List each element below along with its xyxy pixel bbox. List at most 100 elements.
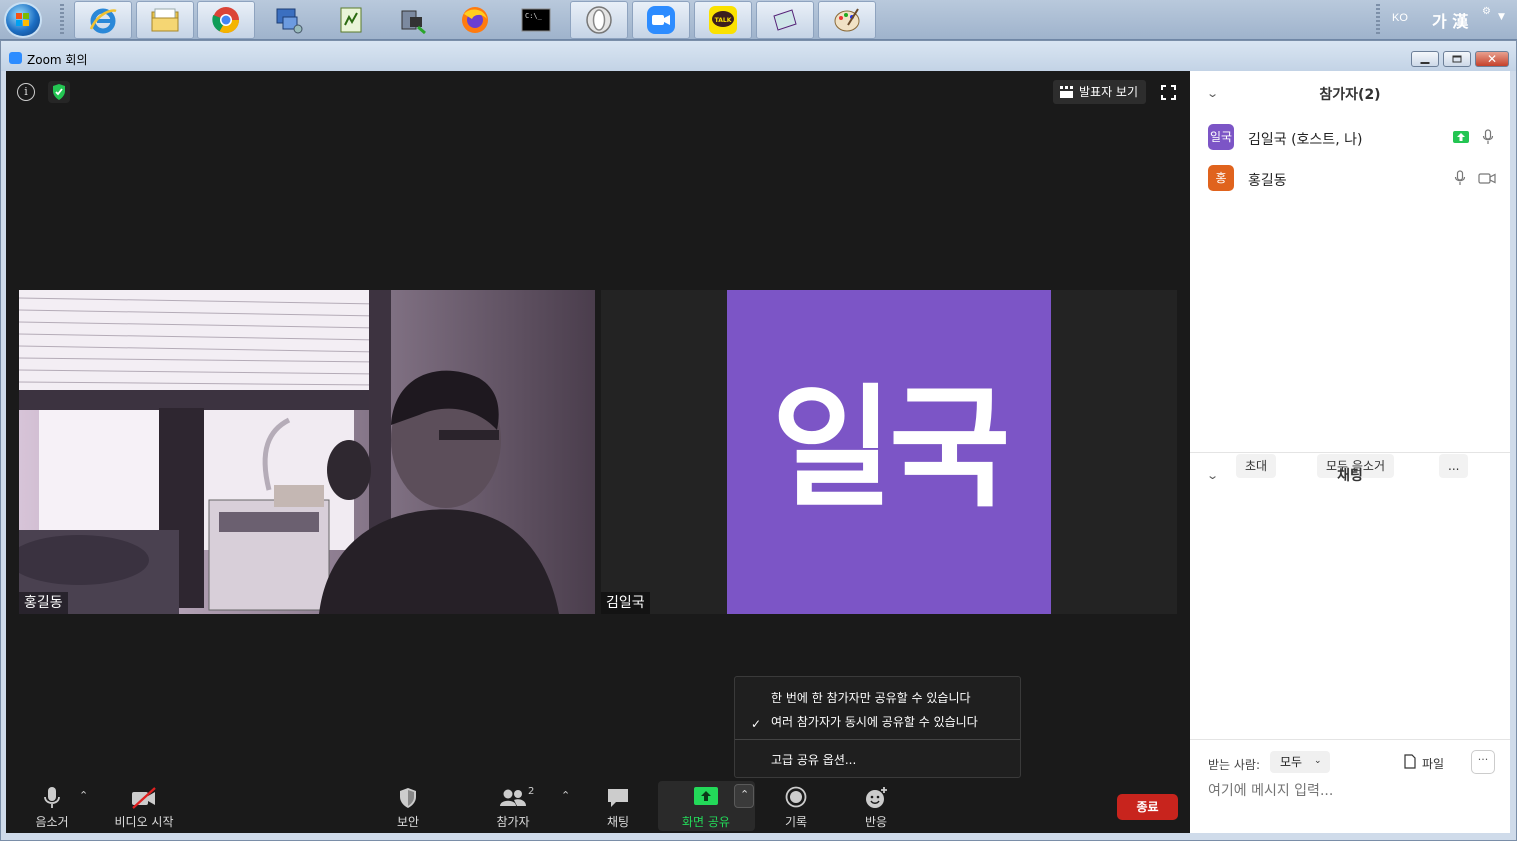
security-label: 보안 xyxy=(396,815,420,829)
kakaotalk-icon: TALK xyxy=(709,6,737,34)
start-button[interactable] xyxy=(4,2,42,38)
microphone-icon[interactable] xyxy=(1454,170,1466,186)
ime-indicator[interactable]: 가 漢 xyxy=(1432,8,1468,32)
window-title: Zoom 회의 xyxy=(27,53,88,67)
minimize-button[interactable] xyxy=(1411,51,1439,67)
minimize-icon xyxy=(1420,62,1430,64)
taskbar-opera[interactable] xyxy=(570,1,628,39)
taskbar-network[interactable] xyxy=(260,1,318,39)
participants-panel-title: 참가자(2) xyxy=(1319,87,1381,103)
close-icon: ✕ xyxy=(1486,52,1498,66)
maximize-button[interactable] xyxy=(1443,51,1471,67)
speaker-view-button[interactable]: 발표자 보기 xyxy=(1053,80,1147,104)
participant-row-self[interactable]: 일국 김일국 (호스트, 나) xyxy=(1208,124,1498,150)
taskbar-zoom[interactable] xyxy=(632,1,690,39)
opera-icon xyxy=(586,6,612,34)
system-tray: KO 가 漢 ⚙ ▼ xyxy=(1370,0,1517,40)
menu-divider xyxy=(735,739,1020,740)
participant-name: 홍길동 xyxy=(1248,173,1287,189)
audio-options-chevron-up-icon[interactable]: ⌃ xyxy=(79,789,88,802)
taskbar-notepad[interactable] xyxy=(322,1,380,39)
chat-bubble-icon xyxy=(608,789,628,807)
reactions-button[interactable]: 반응 xyxy=(836,786,916,832)
restore-icon xyxy=(1452,55,1462,63)
close-button[interactable]: ✕ xyxy=(1475,51,1509,67)
panel-divider xyxy=(1190,452,1510,453)
speaker-view-label: 발표자 보기 xyxy=(1079,85,1139,99)
share-options-toggle[interactable]: ⌃ xyxy=(734,784,754,808)
chat-label: 채팅 xyxy=(606,815,630,829)
fullscreen-icon[interactable] xyxy=(1161,85,1176,100)
share-screen-label: 화면 공유 xyxy=(682,815,730,829)
file-button[interactable]: 파일 xyxy=(1402,754,1444,772)
video-tile-self[interactable]: 일국 김일국 xyxy=(601,290,1177,614)
firefox-icon xyxy=(462,7,488,33)
windows-logo-icon xyxy=(16,13,30,27)
speaker-view-icon xyxy=(1060,86,1073,98)
tray-grip xyxy=(1376,4,1380,36)
editor-icon xyxy=(340,7,362,33)
chat-more-button[interactable]: ··· xyxy=(1471,750,1495,774)
end-meeting-button[interactable]: 종료 xyxy=(1117,794,1178,820)
camera-feed xyxy=(19,290,595,614)
taskbar-chrome[interactable] xyxy=(197,1,255,39)
share-option-single[interactable]: 한 번에 한 참가자만 공유할 수 있습니다 xyxy=(771,689,971,706)
svg-text:C:\_: C:\_ xyxy=(525,12,543,20)
taskbar-ie[interactable] xyxy=(74,1,132,39)
taskbar-explorer[interactable] xyxy=(136,1,194,39)
network-computer-icon xyxy=(276,8,303,34)
chat-panel-title: 채팅 xyxy=(1337,468,1363,484)
taskbar-app[interactable] xyxy=(756,1,814,39)
taskbar-cmd[interactable]: C:\_ xyxy=(507,1,565,39)
taskbar: C:\_ TALK KO 가 漢 ⚙ ▼ xyxy=(0,0,1517,40)
security-shield-icon xyxy=(400,788,416,808)
advanced-sharing-options[interactable]: 고급 공유 옵션... xyxy=(771,751,856,768)
mute-label: 음소거 xyxy=(35,815,69,829)
meeting-area: i 발표자 보기 홍길동 일국 김일국 한 번에 한 참가자만 공유할 수 있습… xyxy=(6,71,1190,833)
info-icon[interactable]: i xyxy=(17,83,35,101)
self-avatar: 일국 xyxy=(727,290,1051,614)
start-video-label: 비디오 시작 xyxy=(114,815,174,829)
share-options-menu: 한 번에 한 참가자만 공유할 수 있습니다 ✓ 여러 참가자가 동시에 공유할… xyxy=(734,676,1021,778)
chat-input-divider xyxy=(1190,739,1510,740)
video-tile-participant[interactable]: 홍길동 xyxy=(19,290,595,614)
chat-button[interactable]: 채팅 xyxy=(578,786,658,832)
share-option-multiple[interactable]: 여러 참가자가 동시에 공유할 수 있습니다 xyxy=(771,713,978,730)
language-indicator[interactable]: KO xyxy=(1392,12,1408,24)
taskbar-vpn[interactable] xyxy=(384,1,442,39)
recipient-value: 모두 xyxy=(1280,755,1303,769)
zoom-window: Zoom 회의 ✕ i 발표자 보기 홍길동 일국 김일국 한 번에 한 참가자… xyxy=(0,40,1517,841)
notebook-icon xyxy=(773,9,797,31)
encryption-shield-icon[interactable] xyxy=(48,81,70,103)
tray-chevron-down-icon[interactable]: ▼ xyxy=(1498,12,1505,22)
microphone-icon[interactable] xyxy=(1482,129,1494,145)
self-name-label: 김일국 xyxy=(601,592,650,614)
video-camera-icon[interactable] xyxy=(1478,173,1496,184)
record-icon xyxy=(785,786,807,808)
taskbar-firefox[interactable] xyxy=(446,1,504,39)
record-button[interactable]: 기록 xyxy=(756,786,836,832)
reactions-label: 반응 xyxy=(864,815,888,829)
participant-row[interactable]: 홍 홍길동 xyxy=(1208,165,1498,191)
folder-icon xyxy=(151,8,179,32)
taskbar-kakaotalk[interactable]: TALK xyxy=(694,1,752,39)
ime-options-icon[interactable]: ⚙ xyxy=(1482,6,1491,17)
chrome-icon xyxy=(212,7,240,34)
start-video-button[interactable]: 비디오 시작 xyxy=(104,786,184,832)
internet-explorer-icon xyxy=(89,8,117,34)
zoom-app-icon xyxy=(9,52,22,64)
participants-label: 참가자 xyxy=(496,815,530,829)
sharing-indicator-icon xyxy=(1453,131,1469,143)
lock-network-icon xyxy=(401,10,426,35)
side-panel: ⌄ 참가자(2) 일국 김일국 (호스트, 나) 홍 홍길동 초대 모두 음소거… xyxy=(1190,71,1510,833)
file-icon xyxy=(1404,754,1416,769)
participants-button[interactable]: 2 참가자 xyxy=(473,786,553,832)
participant-name: 김일국 (호스트, 나) xyxy=(1248,132,1363,148)
recipient-select[interactable]: 모두 ⌄ xyxy=(1270,751,1330,773)
participants-chevron-up-icon[interactable]: ⌃ xyxy=(561,789,570,802)
taskbar-paint[interactable] xyxy=(818,1,876,39)
security-button[interactable]: 보안 xyxy=(368,786,448,832)
taskbar-grip xyxy=(60,4,64,36)
chat-message-input[interactable] xyxy=(1208,780,1498,802)
video-off-icon xyxy=(132,787,156,809)
